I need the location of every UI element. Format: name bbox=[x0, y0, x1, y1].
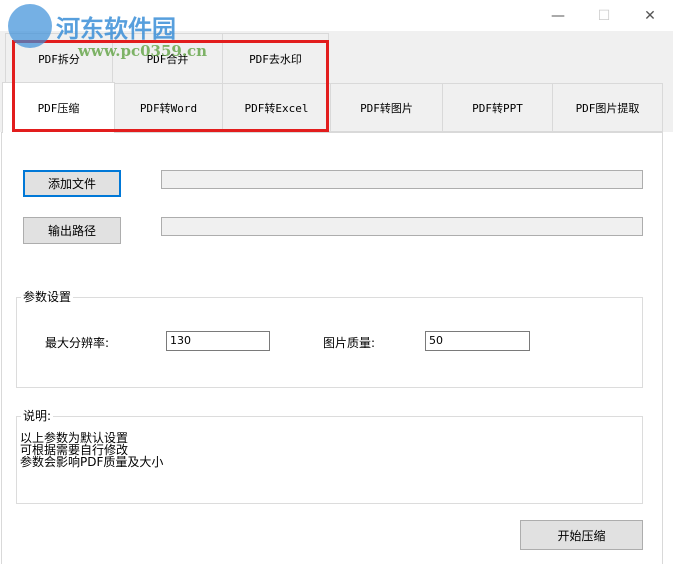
title-bar: — ☐ ✕ bbox=[0, 0, 673, 31]
quality-label: 图片质量: bbox=[323, 336, 376, 350]
quality-input[interactable]: 50 bbox=[425, 331, 530, 351]
tab-pdf-split[interactable]: PDF拆分 bbox=[5, 33, 113, 84]
notes-text: 以上参数为默认设置 可根据需要自行修改 参数会影响PDF质量及大小 bbox=[20, 432, 163, 468]
output-path-field[interactable] bbox=[161, 217, 643, 236]
maximize-button[interactable]: ☐ bbox=[581, 0, 627, 31]
params-title: 参数设置 bbox=[21, 288, 74, 305]
tab-pdf-to-image[interactable]: PDF转图片 bbox=[330, 83, 443, 132]
tab-pdf-image-extract[interactable]: PDF图片提取 bbox=[552, 83, 663, 132]
notes-title: 说明: bbox=[21, 407, 54, 424]
close-button[interactable]: ✕ bbox=[627, 0, 673, 31]
add-file-button[interactable]: 添加文件 bbox=[23, 170, 121, 197]
start-compress-button[interactable]: 开始压缩 bbox=[520, 520, 643, 550]
tab-pdf-remove-watermark[interactable]: PDF去水印 bbox=[222, 33, 329, 84]
notes-line: 参数会影响PDF质量及大小 bbox=[20, 455, 164, 469]
add-file-path-field[interactable] bbox=[161, 170, 643, 189]
tab-pdf-to-ppt[interactable]: PDF转PPT bbox=[442, 83, 553, 132]
max-resolution-label: 最大分辨率: bbox=[45, 336, 110, 350]
max-resolution-input[interactable]: 130 bbox=[166, 331, 270, 351]
tab-pdf-compress[interactable]: PDF压缩 bbox=[2, 82, 115, 133]
tab-pdf-merge[interactable]: PDF合并 bbox=[112, 33, 223, 84]
output-path-button[interactable]: 输出路径 bbox=[23, 217, 121, 244]
tab-pdf-to-word[interactable]: PDF转Word bbox=[114, 83, 223, 132]
minimize-button[interactable]: — bbox=[535, 0, 581, 31]
tab-pdf-to-excel[interactable]: PDF转Excel bbox=[222, 83, 331, 132]
